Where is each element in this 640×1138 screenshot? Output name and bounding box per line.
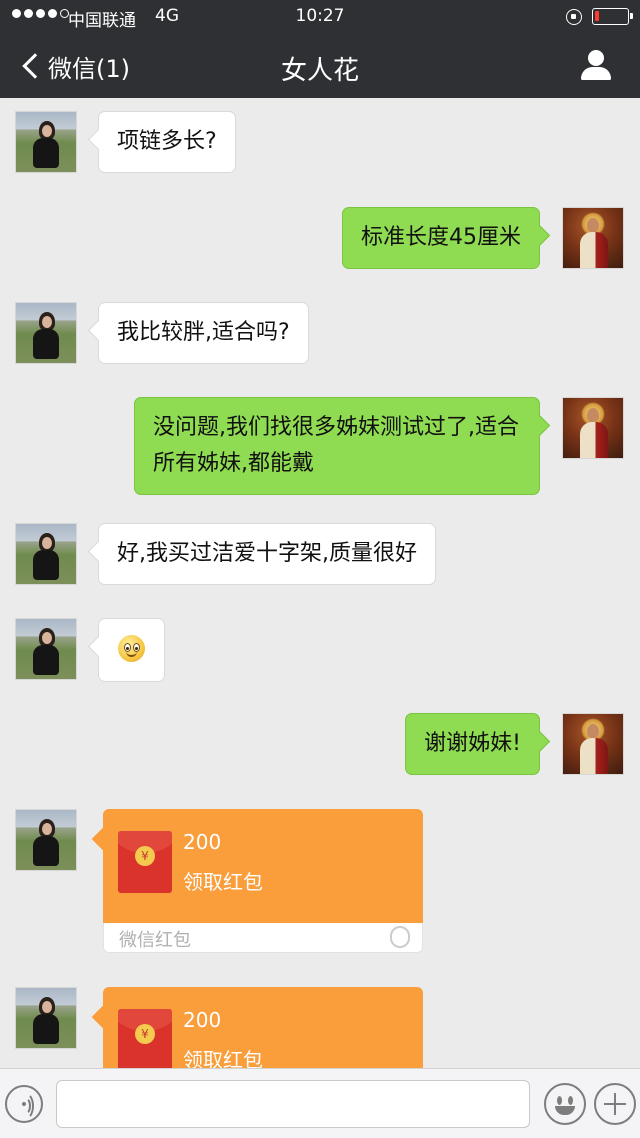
red-packet-badge-icon: [390, 926, 410, 948]
status-time: 10:27: [295, 6, 345, 26]
my-avatar[interactable]: [562, 207, 624, 269]
red-packet-action: 领取红包: [183, 870, 263, 894]
status-bar: 中国联通 4G 10:27: [0, 0, 640, 34]
message-bubble-incoming[interactable]: 好,我买过洁爱十字架,质量很好: [98, 523, 436, 585]
contact-avatar[interactable]: [15, 302, 77, 364]
red-packet-amount: 200: [183, 1008, 222, 1032]
nav-header: 中国联通 4G 10:27 微信(1) 女人花: [0, 0, 640, 98]
red-packet-amount: 200: [183, 830, 222, 854]
red-packet-source: 微信红包: [119, 930, 191, 951]
contact-avatar[interactable]: [15, 618, 77, 680]
battery-icon: [592, 8, 633, 25]
red-envelope-icon: ¥: [118, 831, 172, 893]
message-bubble-outgoing[interactable]: 谢谢姊妹!: [405, 713, 540, 775]
message-bubble-incoming[interactable]: 项链多长?: [98, 111, 236, 173]
red-envelope-icon: ¥: [118, 1009, 172, 1071]
my-avatar[interactable]: [562, 713, 624, 775]
chat-input-bar: [0, 1068, 640, 1138]
voice-input-button[interactable]: [5, 1085, 43, 1123]
message-bubble-incoming[interactable]: 我比较胖,适合吗?: [98, 302, 309, 364]
message-input[interactable]: [56, 1080, 530, 1128]
contact-avatar[interactable]: [15, 809, 77, 871]
more-options-button[interactable]: [594, 1083, 636, 1125]
message-bubble-outgoing[interactable]: 没问题,我们找很多姊妹测试过了,适合所有姊妹,都能戴: [134, 397, 540, 495]
contact-avatar[interactable]: [15, 987, 77, 1049]
profile-icon[interactable]: [578, 48, 614, 84]
contact-avatar[interactable]: [15, 523, 77, 585]
contact-avatar[interactable]: [15, 111, 77, 173]
back-label: 微信(1): [48, 54, 130, 83]
smile-emoji-icon: [118, 635, 145, 662]
back-chevron-icon: [22, 53, 48, 79]
message-bubble-incoming[interactable]: [98, 618, 165, 682]
message-bubble-outgoing[interactable]: 标准长度45厘米: [342, 207, 540, 269]
my-avatar[interactable]: [562, 397, 624, 459]
emoji-button[interactable]: [544, 1083, 586, 1125]
lock-rotation-icon: [566, 9, 582, 25]
red-packet-message[interactable]: ¥ 200 领取红包 微信红包: [103, 809, 423, 953]
back-button[interactable]: 微信(1): [18, 46, 130, 86]
